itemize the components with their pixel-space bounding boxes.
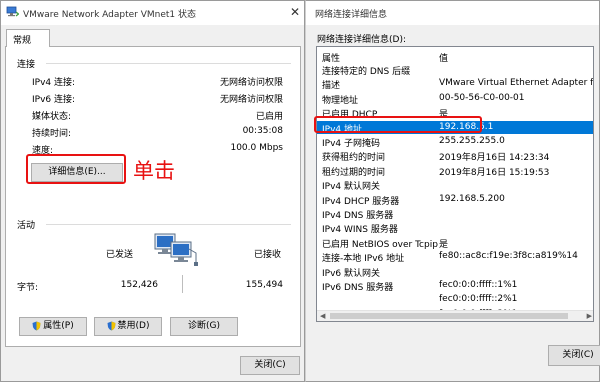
detail-row-value: 255.255.255.0 [439, 136, 505, 146]
sent-label: 已发送 [106, 250, 134, 260]
speed-value: 100.0 Mbps [230, 143, 283, 153]
detail-row[interactable]: IPv6 默认网关 [317, 265, 593, 279]
details-list-header: 属性 值 [317, 50, 593, 64]
duration-value: 00:35:08 [242, 126, 283, 136]
status-close-button[interactable]: 关闭(C) [240, 356, 300, 375]
disable-button-label: 禁用(D) [117, 321, 150, 331]
activity-divider [46, 224, 291, 225]
scroll-right-icon[interactable]: ▶ [587, 311, 592, 321]
detail-row-property: 物理地址 [322, 95, 359, 106]
details-list[interactable]: 属性 值 连接特定的 DNS 后缀 描述 VMware Virtual Ethern… [316, 46, 594, 322]
detail-row[interactable]: fec0:0:0:ffff::2%1 [317, 293, 593, 306]
ipv4-connectivity-value: 无网络访问权限 [219, 78, 283, 88]
detail-row-property: 连接-本地 IPv6 地址 [322, 254, 405, 265]
disable-button[interactable]: 禁用(D) [94, 317, 162, 336]
details-list-label: 网络连接详细信息(D): [317, 35, 406, 45]
detail-row[interactable]: 已启用 NetBIOS over Tcpip 是 [317, 236, 593, 250]
detail-row-property: IPv4 默认网关 [322, 182, 380, 193]
duration-label: 持续时间: [32, 129, 72, 139]
ipv6-connectivity-value: 无网络访问权限 [219, 95, 283, 105]
network-adapter-icon [6, 6, 19, 17]
detail-row-value: 是 [439, 239, 449, 250]
detail-row[interactable]: 连接特定的 DNS 后缀 [317, 63, 593, 77]
detail-row-property: IPv6 默认网关 [322, 268, 380, 279]
detail-row-property: 已启用 NetBIOS over Tcpip [322, 239, 438, 250]
properties-button[interactable]: 属性(P) [19, 317, 87, 336]
details-window-titlebar[interactable]: 网络连接详细信息 [306, 1, 599, 25]
detail-row-property: 连接特定的 DNS 后缀 [322, 67, 411, 77]
activity-group-label: 活动 [17, 221, 36, 231]
detail-row-property: IPv4 DHCP 服务器 [322, 196, 400, 207]
detail-row[interactable]: IPv4 子网掩码 255.255.255.0 [317, 135, 593, 149]
detail-row-property: IPv4 DNS 服务器 [322, 211, 394, 221]
ipv4-connectivity-label: IPv4 连接: [32, 78, 76, 88]
detail-row[interactable]: IPv4 DHCP 服务器 192.168.5.200 [317, 193, 593, 207]
detail-row-value: 2019年8月16日 15:19:53 [439, 167, 550, 178]
ipv6-connectivity-label: IPv6 连接: [32, 95, 76, 105]
properties-button-label: 属性(P) [43, 321, 74, 331]
detail-row-property: 获得租约的时间 [322, 153, 386, 164]
diagnose-button[interactable]: 诊断(G) [170, 317, 238, 336]
detail-row-property: 描述 [322, 81, 341, 92]
detail-row[interactable]: 租约过期的时间 2019年8月16日 15:19:53 [317, 164, 593, 178]
tab-general-label: 常规 [13, 36, 32, 46]
ipv4-address-highlight [314, 116, 482, 133]
detail-row-property: IPv4 WINS 服务器 [322, 225, 398, 236]
detail-row[interactable]: 连接-本地 IPv6 地址 fe80::ac8c:f19e:3f8c:a819%1… [317, 250, 593, 265]
bytes-label: 字节: [17, 283, 39, 293]
status-window-title: VMware Network Adapter VMnet1 状态 [23, 10, 196, 20]
scrollbar-thumb[interactable] [330, 313, 568, 319]
details-window: 网络连接详细信息 网络连接详细信息(D): 属性 值 连接特定的 DNS 后缀描… [305, 0, 600, 382]
detail-row[interactable]: 描述 VMware Virtual Ethernet Adapter for VM [317, 77, 594, 92]
status-window-titlebar[interactable]: VMware Network Adapter VMnet1 状态 ✕ [1, 1, 304, 25]
scroll-left-icon[interactable]: ◀ [320, 311, 325, 321]
close-icon[interactable]: ✕ [284, 3, 306, 21]
connection-group-label: 连接 [17, 60, 36, 70]
detail-row-value: 00-50-56-C0-00-01 [439, 92, 525, 103]
network-computers-icon [154, 233, 198, 266]
general-panel: 连接 IPv4 连接: 无网络访问权限 IPv6 连接: 无网络访问权限 媒体状… [5, 46, 301, 347]
detail-row[interactable]: IPv4 默认网关 [317, 178, 593, 193]
media-state-value: 已启用 [255, 112, 283, 122]
status-window: VMware Network Adapter VMnet1 状态 ✕ 常规 连接… [0, 0, 305, 382]
detail-row[interactable]: IPv4 DNS 服务器 [317, 207, 593, 221]
detail-row-property: 租约过期的时间 [322, 167, 386, 178]
horizontal-scrollbar[interactable]: ◀ ▶ [317, 310, 593, 321]
details-close-button[interactable]: 关闭(C) [548, 345, 600, 366]
detail-row-value: fe80::ac8c:f19e:3f8c:a819%14 [439, 251, 578, 262]
tab-general[interactable]: 常规 [6, 29, 50, 47]
bytes-divider [182, 275, 183, 293]
detail-row[interactable]: IPv6 DNS 服务器 fec0:0:0:ffff::1%1 [317, 279, 593, 293]
detail-row-value: 2019年8月16日 14:23:34 [439, 153, 550, 164]
connection-divider [46, 63, 291, 64]
details-window-title: 网络连接详细信息 [315, 10, 388, 20]
detail-row-property: IPv4 子网掩码 [322, 139, 380, 149]
detail-row[interactable]: 物理地址 00-50-56-C0-00-01 [317, 92, 593, 106]
detail-row-value: 192.168.5.200 [439, 193, 505, 204]
detail-row-value: fec0:0:0:ffff::1%1 [439, 280, 518, 290]
received-label: 已接收 [254, 250, 282, 260]
uac-shield-icon [32, 321, 41, 330]
detail-row-value: fec0:0:0:ffff::2%1 [439, 294, 518, 305]
click-annotation: 单击 [133, 159, 175, 183]
bytes-received-value: 155,494 [245, 280, 283, 290]
detail-row-value: VMware Virtual Ethernet Adapter for VM [439, 78, 594, 89]
detail-row[interactable]: 获得租约的时间 2019年8月16日 14:23:34 [317, 149, 593, 164]
detail-row[interactable]: IPv4 WINS 服务器 [317, 221, 593, 236]
media-state-label: 媒体状态: [32, 112, 72, 122]
detail-row-property: IPv6 DNS 服务器 [322, 283, 394, 293]
uac-shield-icon [107, 321, 116, 330]
bytes-sent-value: 152,426 [120, 280, 158, 290]
details-button-highlight [26, 154, 126, 184]
